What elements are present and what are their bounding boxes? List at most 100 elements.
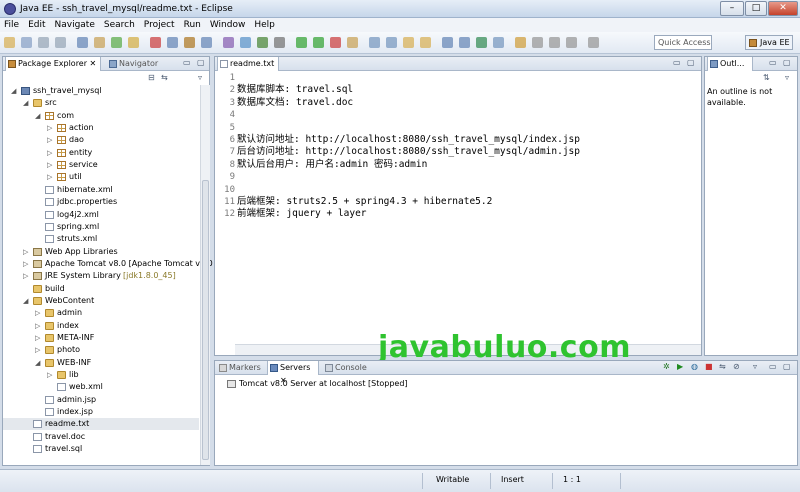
code-line[interactable]: 默认访问地址: http://localhost:8080/ssh_travel… [237, 134, 701, 146]
outline-toolbar-icon[interactable]: ⇅ [763, 73, 770, 82]
tree-item[interactable]: ▷ Web App Libraries [3, 246, 199, 258]
menu-window[interactable]: Window [210, 20, 246, 30]
tree-item[interactable]: ▷ Apache Tomcat v8.0 [Apache Tomcat v8.0 [3, 258, 213, 270]
collapsed-arrow-icon[interactable]: ▷ [35, 307, 40, 319]
next-edit-icon[interactable] [566, 37, 577, 48]
collapsed-arrow-icon[interactable]: ▷ [47, 147, 52, 159]
annotation-icon[interactable] [515, 37, 526, 48]
editor-minimize-icon[interactable]: ▭ [673, 58, 681, 67]
open-resource-icon[interactable] [442, 37, 453, 48]
code-line[interactable] [237, 109, 701, 121]
tree-scrollbar[interactable] [200, 85, 210, 465]
disconnect-icon[interactable]: ⊘ [733, 362, 740, 371]
collapsed-arrow-icon[interactable]: ▷ [47, 122, 52, 134]
outline-maximize-icon[interactable]: ▢ [783, 58, 791, 67]
save-icon[interactable] [21, 37, 32, 48]
editor-maximize-icon[interactable]: ▢ [687, 58, 695, 67]
tree-item[interactable]: ◢ com [3, 110, 199, 122]
tree-item[interactable]: ▷ admin [3, 307, 199, 319]
perspective-button[interactable]: Java EE [745, 35, 793, 50]
debug-server-icon[interactable]: ✲ [663, 362, 670, 371]
outline-minimize-icon[interactable]: ▭ [769, 58, 777, 67]
menu-navigate[interactable]: Navigate [55, 20, 95, 30]
step-into-icon[interactable] [201, 37, 212, 48]
tree-item[interactable]: ▷ JRE System Library [jdk1.8.0_45] [3, 270, 199, 282]
code-line[interactable] [237, 122, 701, 134]
tree-item[interactable]: index.jsp [3, 406, 199, 418]
start-server-icon[interactable]: ▶ [677, 362, 683, 371]
text-editor[interactable]: 数据库脚本: travel.sql 数据库文档: travel.doc 默认访问地址… [237, 72, 701, 355]
tree-item[interactable]: travel.doc [3, 431, 199, 443]
tree-item[interactable]: ▷ service [3, 159, 199, 171]
tab-navigator[interactable]: Navigator [107, 57, 167, 71]
expanded-arrow-icon[interactable]: ◢ [35, 110, 40, 122]
code-line[interactable] [237, 171, 701, 183]
bottom-menu-icon[interactable]: ▿ [753, 362, 757, 371]
tree-item[interactable]: jdbc.properties [3, 196, 199, 208]
tree-item[interactable]: ▷ META-INF [3, 332, 199, 344]
tree-item[interactable]: ▷ util [3, 171, 199, 183]
open-task-icon[interactable] [77, 37, 88, 48]
print-icon[interactable] [55, 37, 66, 48]
maximize-view-icon[interactable]: ▢ [197, 58, 205, 67]
tree-item[interactable]: ▷ index [3, 320, 199, 332]
collapsed-arrow-icon[interactable]: ▷ [47, 159, 52, 171]
tree-item[interactable]: ▷ action [3, 122, 199, 134]
bottom-maximize-icon[interactable]: ▢ [783, 362, 791, 371]
disconnect-icon[interactable] [167, 37, 178, 48]
save-all-icon[interactable] [38, 37, 49, 48]
publish-icon[interactable]: ⇋ [719, 362, 726, 371]
outline-menu-icon[interactable]: ▿ [785, 73, 789, 82]
code-line[interactable]: 后端框架: struts2.5 + spring4.3 + hibernate5… [237, 196, 701, 208]
menu-project[interactable]: Project [144, 20, 175, 30]
server-row[interactable]: Tomcat v8.0 Server at localhost [Stopped… [227, 378, 408, 390]
code-line[interactable]: 前端框架: jquery + layer [237, 208, 701, 220]
run-server-icon[interactable] [111, 37, 122, 48]
tree-item[interactable]: ▷ entity [3, 147, 199, 159]
tab-package-explorer[interactable]: Package Explorer ✕ [5, 57, 101, 71]
expanded-arrow-icon[interactable]: ◢ [35, 357, 40, 369]
use-step-filters-icon[interactable] [240, 37, 251, 48]
tree-item[interactable]: hibernate.xml [3, 184, 199, 196]
expanded-arrow-icon[interactable]: ◢ [11, 85, 16, 97]
tree-scroll-thumb[interactable] [202, 180, 209, 460]
open-folder-icon[interactable] [403, 37, 414, 48]
forward-icon[interactable] [549, 37, 560, 48]
menu-run[interactable]: Run [184, 20, 201, 30]
collapsed-arrow-icon[interactable]: ▷ [35, 332, 40, 344]
tree-item[interactable]: log4j2.xml [3, 209, 199, 221]
quick-access-input[interactable]: Quick Access [654, 35, 712, 50]
collapsed-arrow-icon[interactable]: ▷ [47, 171, 52, 183]
tree-item[interactable]: ◢ WEB-INF [3, 357, 199, 369]
expanded-arrow-icon[interactable]: ◢ [23, 295, 28, 307]
new-class-icon[interactable] [369, 37, 380, 48]
collapsed-arrow-icon[interactable]: ▷ [47, 134, 52, 146]
open-perspective-icon[interactable] [459, 37, 470, 48]
tree-item[interactable]: spring.xml [3, 221, 199, 233]
search-icon[interactable] [257, 37, 268, 48]
run-icon[interactable] [313, 37, 324, 48]
step-over-icon[interactable] [223, 37, 234, 48]
collapsed-arrow-icon[interactable]: ▷ [23, 246, 28, 258]
code-line[interactable]: 默认后台用户: 用户名:admin 密码:admin [237, 159, 701, 171]
code-line[interactable]: 数据库文档: travel.doc [237, 97, 701, 109]
skip-icon[interactable] [184, 37, 195, 48]
code-line[interactable]: 后台访问地址: http://localhost:8080/ssh_travel… [237, 146, 701, 158]
tree-item[interactable]: build [3, 283, 199, 295]
stop-icon[interactable] [330, 37, 341, 48]
tree-item[interactable]: ▷ lib [3, 369, 199, 381]
tab-servers[interactable]: Servers ✕ [267, 361, 319, 385]
code-line[interactable] [237, 72, 701, 84]
tree-item[interactable]: admin.jsp [3, 394, 199, 406]
code-line[interactable] [237, 184, 701, 196]
tree-item[interactable]: struts.xml [3, 233, 199, 245]
collapse-all-icon[interactable]: ⊟ [148, 73, 155, 82]
tab-markers[interactable]: Markers [217, 361, 265, 375]
tab-readme-txt[interactable]: readme.txt ✕ [217, 57, 279, 81]
tab-console[interactable]: Console [323, 361, 375, 375]
tree-item[interactable]: web.xml [3, 381, 199, 393]
pause-icon[interactable] [128, 37, 139, 48]
back-icon[interactable] [532, 37, 543, 48]
open-file-icon[interactable] [420, 37, 431, 48]
stop-server-icon[interactable]: ■ [705, 362, 713, 371]
